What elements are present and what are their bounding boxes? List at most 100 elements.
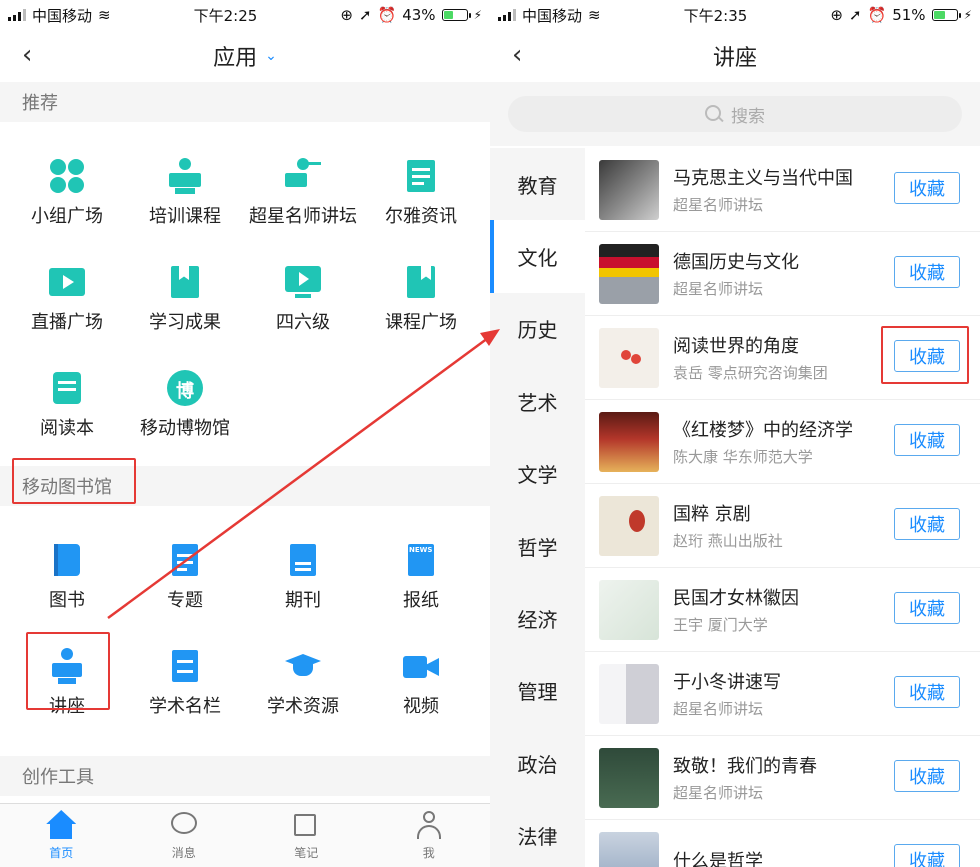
lecture-thumbnail [599, 495, 659, 556]
status-bar: 中国移动 ≋ 下午2:25 ⊕ ➚ ⏰ 43% ⚡ [0, 0, 490, 30]
section-creation-tools: 创作工具 [0, 756, 490, 796]
column-icon [167, 648, 203, 684]
bookmark-book-icon [167, 264, 203, 300]
back-icon[interactable]: ‹ [512, 42, 522, 68]
app-training[interactable]: 培训课程 [126, 140, 244, 246]
app-learning-results[interactable]: 学习成果 [126, 246, 244, 352]
favorite-button[interactable]: 收藏 [894, 592, 960, 624]
tab-notes[interactable]: 笔记 [245, 804, 368, 867]
book-icon [49, 542, 85, 578]
list-item[interactable]: 《红楼梦》中的经济学 陈大康 华东师范大学 收藏 [585, 400, 980, 484]
category-literature[interactable]: 文学 [490, 438, 585, 510]
favorite-button[interactable]: 收藏 [894, 760, 960, 792]
battery-icon [931, 9, 961, 21]
clock: 下午2:25 [193, 6, 258, 25]
list-item[interactable]: 德国历史与文化 超星名师讲坛 收藏 [585, 232, 980, 316]
location-icon: ➚ [358, 6, 372, 24]
chevron-down-icon[interactable]: ⌄ [265, 48, 277, 64]
search-icon [705, 105, 723, 123]
favorite-button[interactable]: 收藏 [894, 844, 960, 867]
lib-videos[interactable]: 视频 [362, 630, 480, 736]
highlight-lecture-item [26, 632, 110, 710]
battery-percent: 51% [892, 6, 926, 24]
lecture-thumbnail [599, 747, 659, 808]
list-item[interactable]: 什么是哲学 收藏 [585, 820, 980, 867]
category-education[interactable]: 教育 [490, 148, 585, 220]
wifi-icon: ≋ [588, 6, 601, 24]
app-mobile-museum[interactable]: 博 移动博物馆 [126, 352, 244, 458]
play-icon [49, 264, 85, 300]
list-item[interactable]: 致敬！我们的青春 超星名师讲坛 收藏 [585, 736, 980, 820]
favorite-button[interactable]: 收藏 [894, 172, 960, 204]
category-management[interactable]: 管理 [490, 655, 585, 727]
teacher-icon [285, 158, 321, 194]
list-item[interactable]: 民国才女林徽因 王宇 厦门大学 收藏 [585, 568, 980, 652]
category-art[interactable]: 艺术 [490, 365, 585, 437]
category-history[interactable]: 历史 [490, 293, 585, 365]
nav-bar: ‹ 讲座 [490, 30, 980, 82]
category-economics[interactable]: 经济 [490, 582, 585, 654]
screenshot-composite: 中国移动 ≋ 下午2:25 ⊕ ➚ ⏰ 43% ⚡ ‹ 应用 ⌄ 推荐 小组广场 [0, 0, 980, 867]
tab-bar: 首页 消息 笔记 我 [0, 803, 490, 867]
newspaper-icon: NEWS [403, 542, 439, 578]
lecture-list: 马克思主义与当代中国 超星名师讲坛 收藏 德国历史与文化 超星名师讲坛 收藏 阅读世… [585, 148, 980, 867]
back-icon[interactable]: ‹ [22, 42, 32, 68]
clover-icon [49, 158, 85, 194]
app-star-lecture[interactable]: 超星名师讲坛 [244, 140, 362, 246]
charging-icon: ⚡ [473, 8, 482, 22]
category-culture[interactable]: 文化 [490, 220, 585, 294]
lecture-thumbnail [599, 663, 659, 724]
lib-academic-resources[interactable]: 学术资源 [244, 630, 362, 736]
lib-newspapers[interactable]: NEWS 报纸 [362, 524, 480, 630]
highlight-library-section [12, 458, 136, 504]
lib-academic-columns[interactable]: 学术名栏 [126, 630, 244, 736]
favorite-button[interactable]: 收藏 [894, 508, 960, 540]
search-input[interactable]: 搜索 [508, 96, 962, 132]
carrier-label: 中国移动 [522, 6, 583, 25]
lecture-thumbnail [599, 579, 659, 640]
category-philosophy[interactable]: 哲学 [490, 510, 585, 582]
list-item[interactable]: 于小冬讲速写 超星名师讲坛 收藏 [585, 652, 980, 736]
search-area: 搜索 [490, 82, 980, 146]
alarm-icon: ⏰ [377, 6, 397, 24]
lib-journals[interactable]: 期刊 [244, 524, 362, 630]
lecture-thumbnail [599, 327, 659, 388]
home-icon [46, 810, 77, 840]
app-cet[interactable]: 四六级 [244, 246, 362, 352]
list-item[interactable]: 国粹 京剧 赵珩 燕山出版社 收藏 [585, 484, 980, 568]
favorite-button[interactable]: 收藏 [894, 256, 960, 288]
monitor-play-icon [285, 264, 321, 300]
app-erya-news[interactable]: 尔雅资讯 [362, 140, 480, 246]
clock: 下午2:35 [683, 6, 748, 25]
category-law[interactable]: 法律 [490, 800, 585, 867]
charging-icon: ⚡ [963, 8, 972, 22]
lecture-thumbnail [599, 159, 659, 220]
signal-icon [498, 9, 516, 21]
category-politics[interactable]: 政治 [490, 727, 585, 799]
reader-icon [49, 370, 85, 406]
favorite-button[interactable]: 收藏 [894, 676, 960, 708]
book-icon [403, 264, 439, 300]
app-group-square[interactable]: 小组广场 [8, 140, 126, 246]
app-reader[interactable]: 阅读本 [8, 352, 126, 458]
favorite-button[interactable]: 收藏 [894, 424, 960, 456]
journal-icon [285, 542, 321, 578]
nav-bar: ‹ 应用 ⌄ [0, 30, 490, 82]
alarm-icon: ⏰ [867, 6, 887, 24]
list-item[interactable]: 马克思主义与当代中国 超星名师讲坛 收藏 [585, 148, 980, 232]
page-title[interactable]: 应用 [213, 40, 257, 72]
status-bar: 中国移动 ≋ 下午2:35 ⊕ ➚ ⏰ 51% ⚡ [490, 0, 980, 30]
app-live-square[interactable]: 直播广场 [8, 246, 126, 352]
presenter-icon [167, 158, 203, 194]
lecture-thumbnail [599, 411, 659, 472]
tab-me[interactable]: 我 [368, 804, 491, 867]
carrier-label: 中国移动 [32, 6, 93, 25]
lib-topics[interactable]: 专题 [126, 524, 244, 630]
tab-home[interactable]: 首页 [0, 804, 123, 867]
graduation-cap-icon [285, 648, 321, 684]
app-course-square[interactable]: 课程广场 [362, 246, 480, 352]
tab-messages[interactable]: 消息 [123, 804, 246, 867]
newspaper-icon [403, 158, 439, 194]
recommend-grid: 小组广场 培训课程 超星名师讲坛 尔雅资讯 直播广场 学习成果 四六级 课程广场… [0, 140, 490, 458]
lib-books[interactable]: 图书 [8, 524, 126, 630]
